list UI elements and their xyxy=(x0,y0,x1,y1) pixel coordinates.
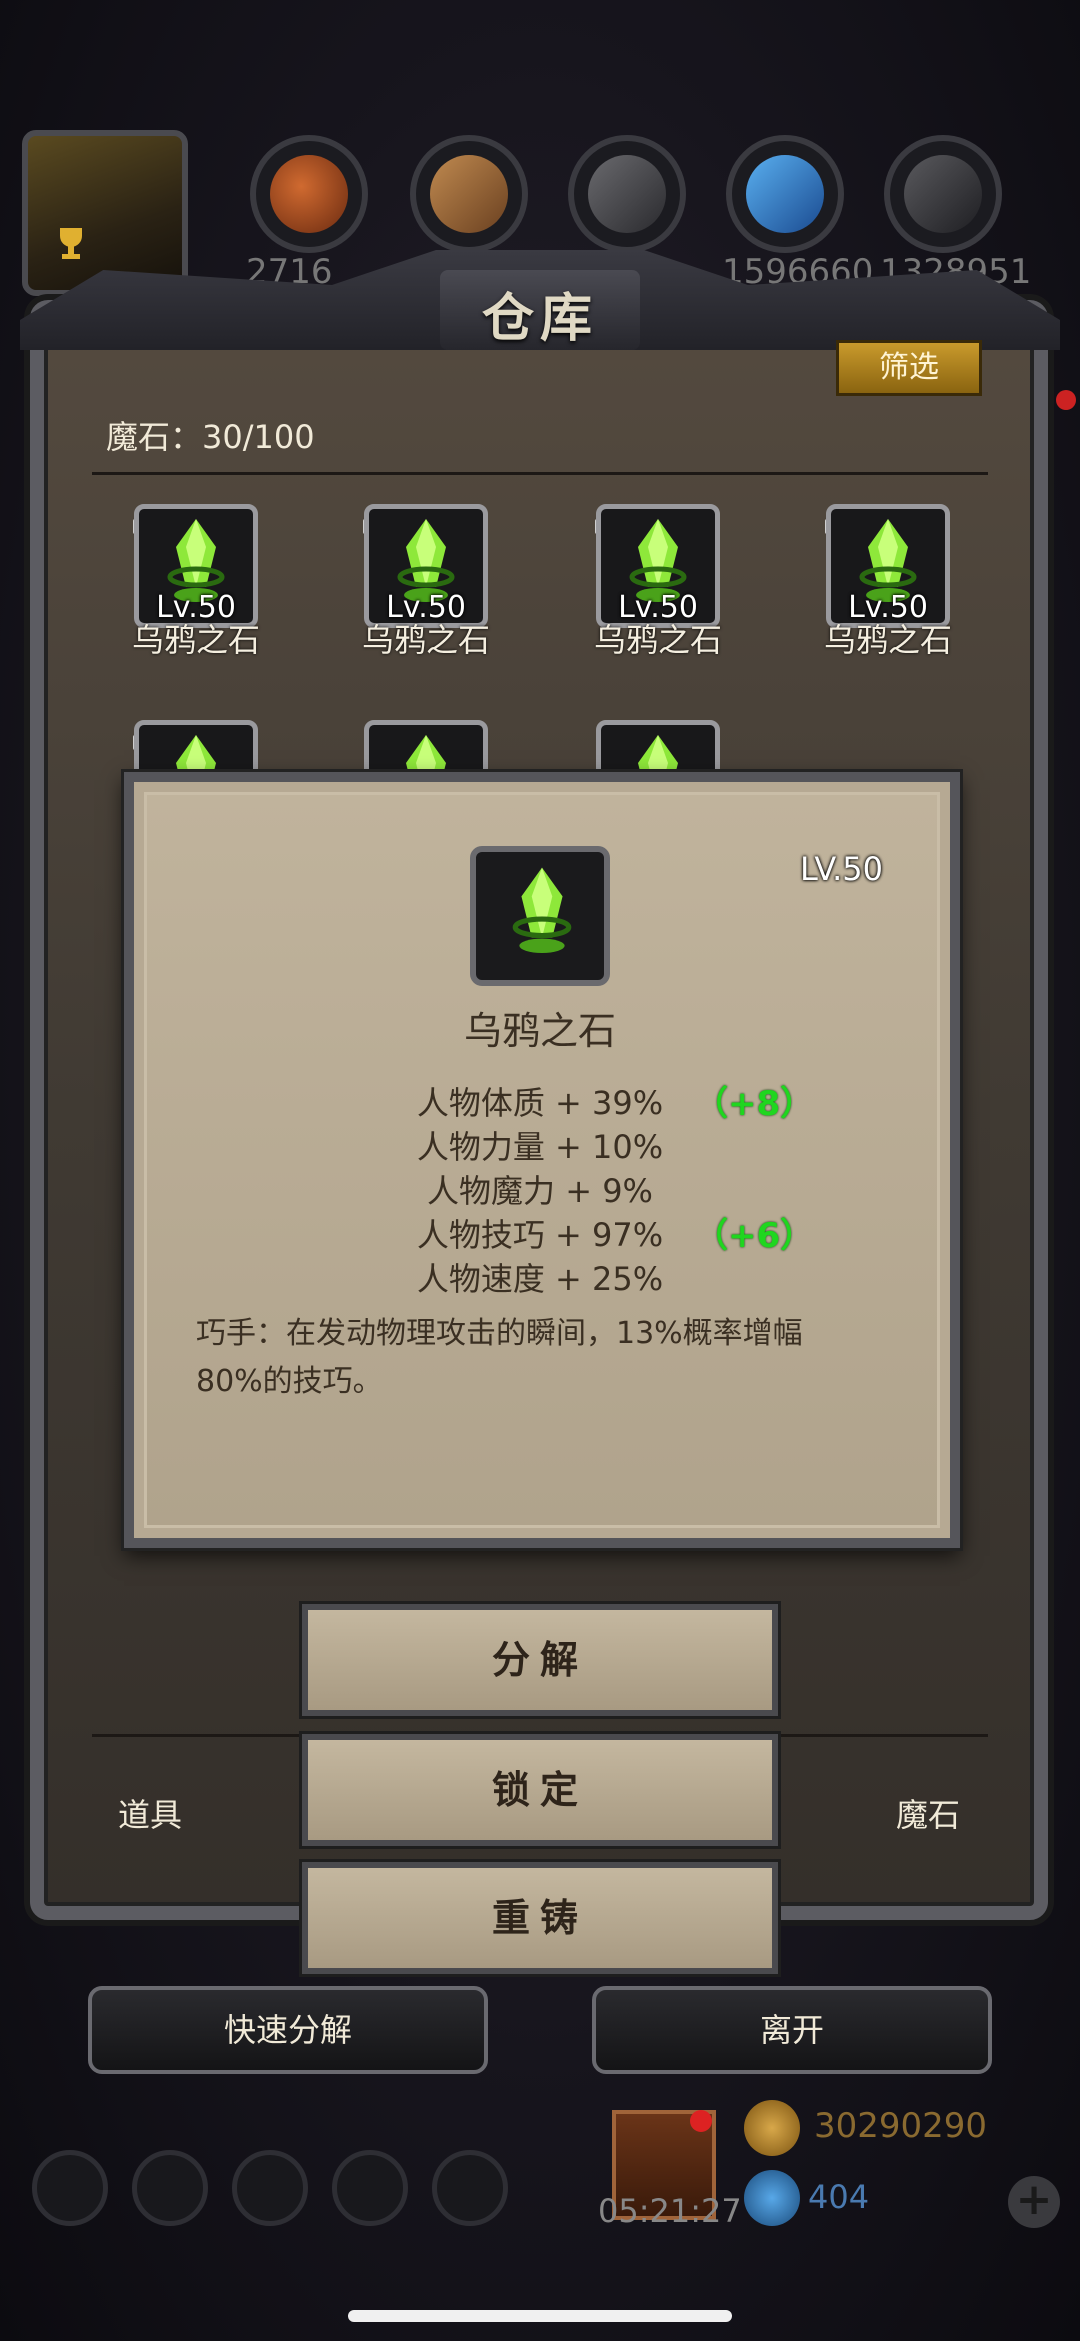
stone-icon[interactable] xyxy=(884,135,1002,253)
crow-stone-icon xyxy=(512,867,572,953)
item-name: 乌鸦之石 xyxy=(593,621,722,659)
diamond-amount: 404 xyxy=(808,2178,870,2216)
tab-items[interactable]: 道具 xyxy=(118,1790,182,1836)
item-name: 乌鸦之石 xyxy=(361,621,490,659)
crystal-icon[interactable] xyxy=(726,135,844,253)
gift-timer: 05:21:27 xyxy=(598,2192,742,2230)
skill-description: 巧手：在发动物理攻击的瞬间，13%概率增幅80%的技巧。 xyxy=(196,1316,803,1399)
diamond-icon xyxy=(744,2170,800,2226)
page-title: 仓库 xyxy=(481,288,598,349)
shop-icon[interactable] xyxy=(432,2150,508,2226)
stat-bonus: （+6） xyxy=(694,1216,815,1256)
stat-line: 人物速度 + 25% xyxy=(416,1260,664,1298)
wood-icon[interactable] xyxy=(410,135,528,253)
stone-count-label: 魔石：30/100 xyxy=(106,418,315,456)
leave-button[interactable]: 离开 xyxy=(592,1986,992,2074)
detail-level: LV.50 xyxy=(800,850,883,888)
tab-magic-stone[interactable]: 魔石 xyxy=(896,1790,960,1836)
item-name: 乌鸦之石 xyxy=(823,621,952,659)
grid-item[interactable]: Lv.50 xyxy=(826,504,950,628)
grid-item[interactable]: Lv.50 xyxy=(134,504,258,628)
quick-decompose-button[interactable]: 快速分解 xyxy=(88,1986,488,2074)
notification-dot xyxy=(690,2110,712,2132)
item-name: 乌鸦之石 xyxy=(131,621,260,659)
stat-line: 人物体质 + 39% xyxy=(416,1084,664,1122)
decompose-button[interactable]: 分解 xyxy=(302,1604,778,1716)
filter-button[interactable]: 筛选 xyxy=(836,340,982,396)
achievement-icon[interactable] xyxy=(132,2150,208,2226)
settings-icon[interactable] xyxy=(32,2150,108,2226)
trophy-icon xyxy=(60,228,82,259)
lock-button[interactable]: 锁定 xyxy=(302,1734,778,1846)
stat-line: 人物力量 + 10% xyxy=(416,1128,664,1166)
detail-name: 乌鸦之石 xyxy=(463,1009,616,1053)
stat-line: 人物技巧 + 97% xyxy=(416,1216,664,1254)
detail-item-icon xyxy=(470,846,610,986)
mail-icon[interactable] xyxy=(332,2150,408,2226)
home-indicator[interactable] xyxy=(348,2310,732,2322)
divider xyxy=(92,472,988,475)
meat-icon[interactable] xyxy=(250,135,368,253)
grid-item[interactable]: Lv.50 xyxy=(364,504,488,628)
stat-line: 人物魔力 + 9% xyxy=(427,1172,653,1210)
ranking-icon[interactable] xyxy=(232,2150,308,2226)
gold-amount: 30290290 xyxy=(814,2106,988,2146)
iron-icon[interactable] xyxy=(568,135,686,253)
gold-coin-icon xyxy=(744,2100,800,2156)
stat-bonus: （+8） xyxy=(694,1084,815,1124)
grid-item[interactable]: Lv.50 xyxy=(596,504,720,628)
notification-dot xyxy=(1056,390,1076,410)
reforge-button[interactable]: 重铸 xyxy=(302,1862,778,1974)
add-currency-button[interactable]: + xyxy=(1008,2176,1060,2228)
